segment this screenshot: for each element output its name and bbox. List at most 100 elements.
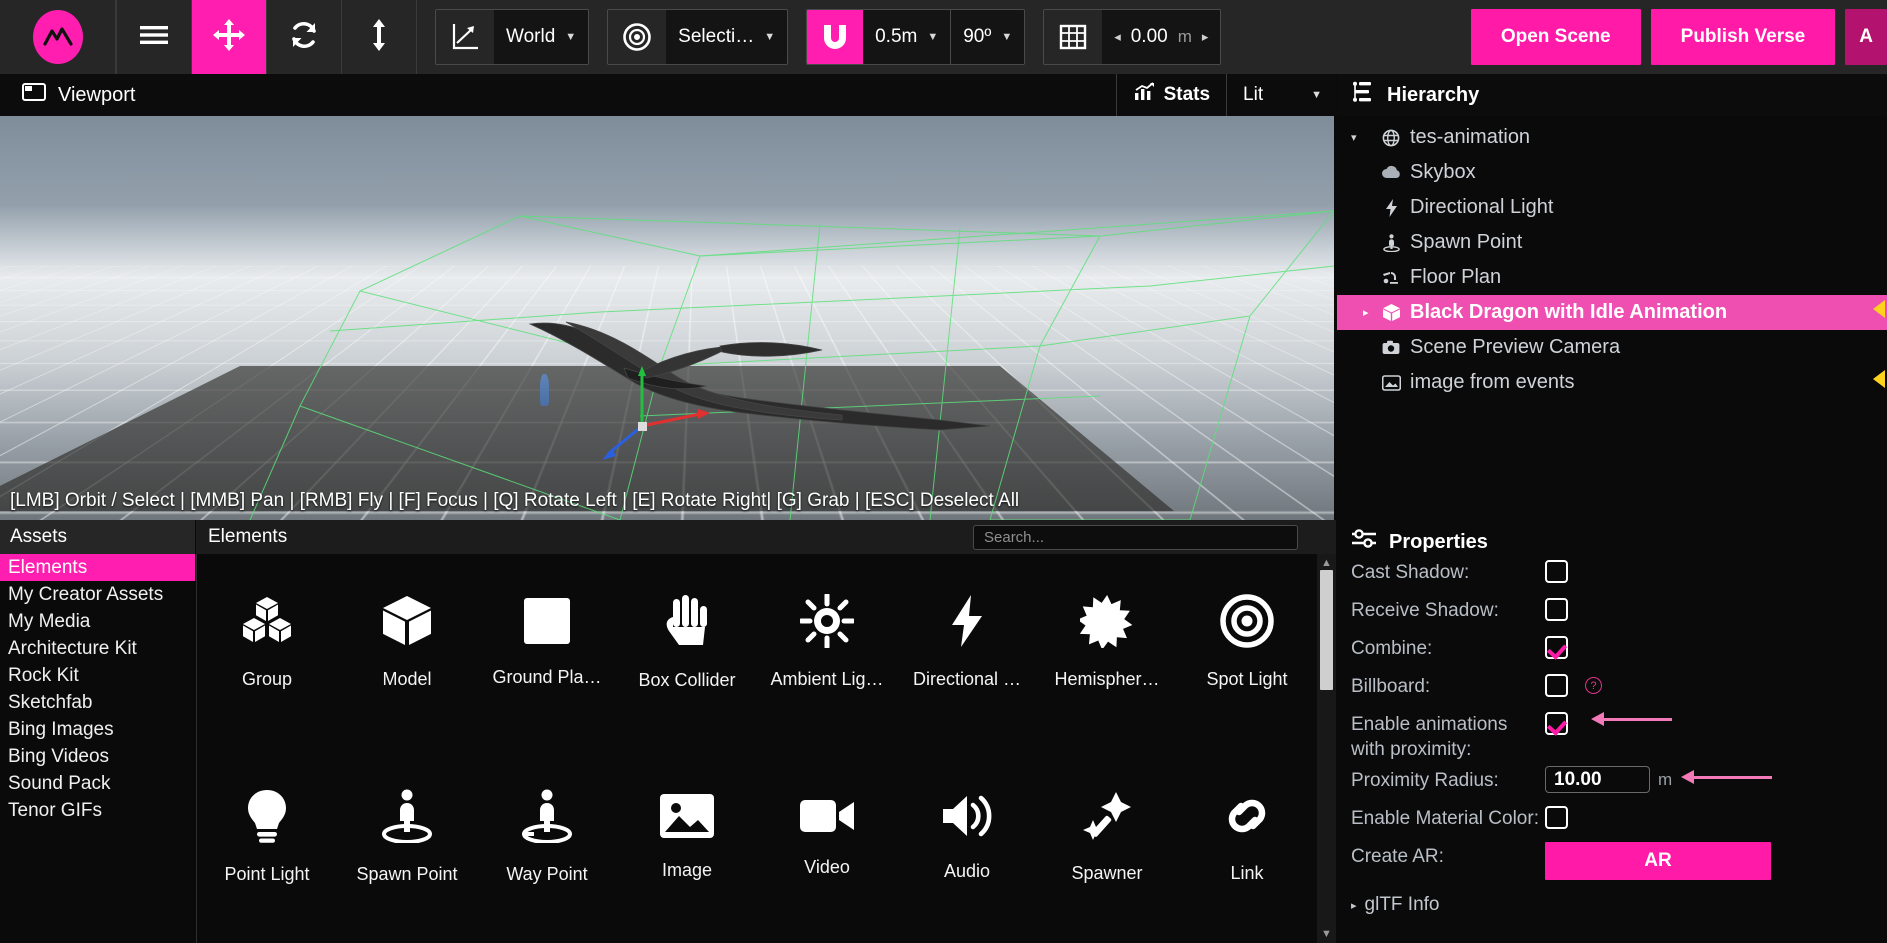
- element-tile-label: Spawn Point: [356, 863, 458, 884]
- element-tile-ambient-lig-[interactable]: Ambient Lig…: [757, 554, 897, 749]
- hierarchy-item-floor-plan[interactable]: Floor Plan: [1337, 260, 1887, 295]
- property-checkbox-enable-material-color[interactable]: [1545, 806, 1568, 829]
- grid-height-stepper[interactable]: ◂ 0.00 m ▸: [1102, 10, 1221, 64]
- hierarchy-item-black-dragon-with-idle-animation[interactable]: ▸ Black Dragon with Idle Animation: [1337, 295, 1887, 330]
- app-logo[interactable]: [0, 0, 116, 74]
- assets-item-bing-images[interactable]: Bing Images: [0, 716, 195, 743]
- assets-item-elements[interactable]: Elements: [0, 554, 195, 581]
- hierarchy-item-tes-animation[interactable]: ▾ tes-animation: [1337, 120, 1887, 155]
- magnet-snap-icon[interactable]: [807, 10, 864, 64]
- property-checkbox-receive-shadow[interactable]: [1545, 598, 1568, 621]
- element-tile-group[interactable]: Group: [197, 554, 337, 749]
- element-tile-label: Group: [241, 669, 293, 690]
- account-button[interactable]: A: [1845, 9, 1887, 65]
- hierarchy-tree: ▾ tes-animation Skybox Directional Light Spa…: [1337, 116, 1887, 520]
- scrollbar-thumb[interactable]: [1320, 570, 1333, 690]
- assets-item-my-media[interactable]: My Media: [0, 608, 195, 635]
- property-input-proximity-radius[interactable]: [1545, 766, 1650, 793]
- assets-item-sketchfab[interactable]: Sketchfab: [0, 689, 195, 716]
- element-tile-link[interactable]: Link: [1177, 749, 1317, 943]
- way-point-icon: [521, 789, 573, 848]
- property-row-receive-shadow: Receive Shadow:: [1351, 592, 1873, 630]
- hierarchy-item-skybox[interactable]: Skybox: [1337, 155, 1887, 190]
- rotate-tool-button[interactable]: [267, 0, 341, 74]
- assets-item-sound-pack[interactable]: Sound Pack: [0, 770, 195, 797]
- element-tile-label: Image: [661, 859, 713, 880]
- element-tile-point-light[interactable]: Point Light: [197, 749, 337, 943]
- viewport-3d-canvas[interactable]: [LMB] Orbit / Select | [MMB] Pan | [RMB]…: [0, 116, 1334, 520]
- assets-item-architecture-kit[interactable]: Architecture Kit: [0, 635, 195, 662]
- gltf-info-toggle[interactable]: ▸ glTF Info: [1351, 880, 1873, 916]
- hierarchy-item-directional-light[interactable]: Directional Light: [1337, 190, 1887, 225]
- toolbar-flex-spacer: [1221, 0, 1470, 74]
- assets-item-label: Rock Kit: [8, 664, 79, 686]
- annotation-arrowhead-icon: [1591, 712, 1604, 726]
- element-tile-label: Model: [382, 669, 432, 690]
- element-tile-box-collider[interactable]: Box Collider: [617, 554, 757, 749]
- viewport-header: Viewport Stats Lit ▼: [0, 74, 1336, 116]
- element-tile-spawner[interactable]: Spawner: [1037, 749, 1177, 943]
- elements-grid: Group Model Ground Pla… Box Collider Ambient…: [196, 554, 1317, 943]
- grid-icon[interactable]: [1044, 10, 1103, 64]
- element-tile-ground-pla-[interactable]: Ground Pla…: [477, 554, 617, 749]
- element-tile-model[interactable]: Model: [337, 554, 477, 749]
- stats-button[interactable]: Stats: [1115, 74, 1226, 116]
- annotation-shaft: [1694, 775, 1772, 779]
- publish-verse-button[interactable]: Publish Verse: [1650, 9, 1836, 65]
- chevron-right-icon[interactable]: ▸: [1351, 899, 1357, 912]
- assets-item-bing-videos[interactable]: Bing Videos: [0, 743, 195, 770]
- element-tile-video[interactable]: Video: [757, 749, 897, 943]
- property-row-enable-material-color: Enable Material Color:: [1351, 800, 1873, 838]
- move-tool-button[interactable]: [192, 0, 266, 74]
- assets-item-tenor-gifs[interactable]: Tenor GIFs: [0, 797, 195, 824]
- grid-height-decrement[interactable]: ◂: [1114, 29, 1121, 45]
- shading-mode-dropdown[interactable]: Lit ▼: [1226, 74, 1336, 116]
- viewport-panel-icon: [22, 82, 46, 108]
- coord-space-dropdown[interactable]: World ▼: [494, 10, 589, 64]
- stats-label: Stats: [1163, 84, 1211, 105]
- ground-plane-icon: [522, 596, 572, 651]
- grid-height-increment[interactable]: ▸: [1202, 29, 1209, 45]
- element-tile-spot-light[interactable]: Spot Light: [1177, 554, 1317, 749]
- hierarchy-item-scene-preview-camera[interactable]: Scene Preview Camera: [1337, 330, 1887, 365]
- property-checkbox-cast-shadow[interactable]: [1545, 560, 1568, 583]
- search-input[interactable]: [973, 525, 1298, 550]
- chevron-down-icon[interactable]: ▾: [1351, 131, 1363, 144]
- element-tile-image[interactable]: Image: [617, 749, 757, 943]
- transform-gizmo[interactable]: [600, 366, 710, 461]
- element-tile-way-point[interactable]: Way Point: [477, 749, 617, 943]
- create-ar-button[interactable]: AR: [1545, 842, 1771, 880]
- scroll-down-icon[interactable]: ▼: [1321, 928, 1332, 940]
- snap-angle-dropdown[interactable]: 90º ▼: [951, 10, 1025, 64]
- hierarchy-title: Hierarchy: [1387, 83, 1480, 106]
- open-scene-button[interactable]: Open Scene: [1470, 9, 1641, 65]
- property-label: Combine:: [1351, 638, 1433, 659]
- snap-angle-value: 90º: [963, 26, 992, 47]
- scale-tool-button[interactable]: [342, 0, 416, 74]
- hierarchy-panel-header: Hierarchy: [1337, 74, 1887, 116]
- elements-scrollbar[interactable]: ▲ ▼: [1317, 554, 1336, 943]
- element-tile-label: Hemispher…: [1054, 669, 1160, 690]
- element-tile-audio[interactable]: Audio: [897, 749, 1037, 943]
- snap-distance-dropdown[interactable]: 0.5m ▼: [863, 10, 951, 64]
- rotate-tool-icon: [288, 19, 320, 56]
- hamburger-menu-button[interactable]: [117, 0, 191, 74]
- element-tile-label: Video: [804, 856, 850, 877]
- scroll-up-icon[interactable]: ▲: [1321, 557, 1332, 569]
- property-row-proximity-radius: Proximity Radius: m: [1351, 762, 1873, 800]
- assets-item-rock-kit[interactable]: Rock Kit: [0, 662, 195, 689]
- hierarchy-item-spawn-point[interactable]: Spawn Point: [1337, 225, 1887, 260]
- property-checkbox-combine[interactable]: [1545, 636, 1568, 659]
- assets-item-my-creator-assets[interactable]: My Creator Assets: [0, 581, 195, 608]
- property-checkbox-enable-animations-with-proximity[interactable]: [1545, 712, 1568, 735]
- element-tile-directional-[interactable]: Directional …: [897, 554, 1037, 749]
- pivot-mode-dropdown[interactable]: Selecti… ▼: [666, 10, 788, 64]
- help-question-icon[interactable]: ?: [1585, 677, 1602, 694]
- hierarchy-item-image-from-events[interactable]: image from events: [1337, 365, 1887, 400]
- property-checkbox-billboard[interactable]: [1545, 674, 1568, 697]
- chevron-right-icon[interactable]: ▸: [1363, 306, 1375, 319]
- element-tile-hemispher-[interactable]: Hemispher…: [1037, 554, 1177, 749]
- element-tile-spawn-point[interactable]: Spawn Point: [337, 749, 477, 943]
